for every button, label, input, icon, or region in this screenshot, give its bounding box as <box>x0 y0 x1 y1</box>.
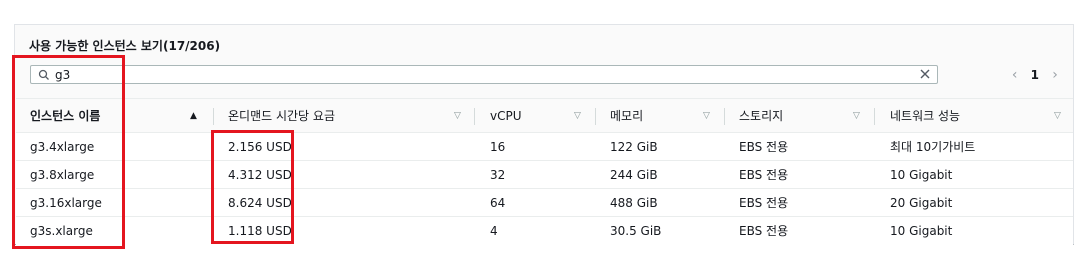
cell-network: 10 Gigabit <box>890 224 953 238</box>
cell-storage: EBS 전용 <box>739 140 789 154</box>
column-header-on-demand-price[interactable]: 온디맨드 시간당 요금 ▽ <box>228 99 468 134</box>
cell-instance-name: g3s.xlarge <box>30 224 93 238</box>
column-label: 스토리지 <box>739 109 784 123</box>
instances-panel: 사용 가능한 인스턴스 보기(17/206) g3 ‹ 1 › 인스턴스 이름 … <box>14 24 1074 245</box>
search-value[interactable]: g3 <box>55 68 70 82</box>
column-divider[interactable] <box>474 108 475 125</box>
cell-vcpu: 16 <box>490 140 506 154</box>
column-label: 메모리 <box>610 109 644 123</box>
table-row[interactable]: g3s.xlarge 1.118 USD 4 30.5 GiB EBS 전용 1… <box>16 217 1073 245</box>
cell-storage: EBS 전용 <box>739 196 789 210</box>
column-label: 네트워크 성능 <box>890 109 961 123</box>
column-divider[interactable] <box>724 108 725 125</box>
cell-network: 10 Gigabit <box>890 168 953 182</box>
cell-storage: EBS 전용 <box>739 224 789 238</box>
pagination: ‹ 1 › <box>1009 65 1061 85</box>
chevron-right-icon[interactable]: › <box>1049 67 1061 83</box>
panel-title: 사용 가능한 인스턴스 보기(17/206) <box>29 37 220 54</box>
column-header-vcpu[interactable]: vCPU ▽ <box>490 99 590 134</box>
table-header: 인스턴스 이름 ▲ 온디맨드 시간당 요금 ▽ vCPU ▽ 메모리 ▽ 스토리… <box>16 98 1073 133</box>
cell-memory: 30.5 GiB <box>610 224 662 238</box>
cell-instance-name: g3.4xlarge <box>30 140 95 154</box>
cell-price: 2.156 USD <box>228 140 292 154</box>
sort-icon[interactable]: ▽ <box>574 99 581 134</box>
column-divider[interactable] <box>874 108 875 125</box>
cell-price: 1.118 USD <box>228 224 292 238</box>
table-row[interactable]: g3.4xlarge 2.156 USD 16 122 GiB EBS 전용 최… <box>16 133 1073 161</box>
cell-instance-name: g3.16xlarge <box>30 196 102 210</box>
search-input[interactable]: g3 <box>30 65 938 84</box>
search-icon <box>38 69 49 80</box>
cell-vcpu: 64 <box>490 196 506 210</box>
cell-vcpu: 4 <box>490 224 498 238</box>
column-divider[interactable] <box>595 108 596 125</box>
cell-network: 최대 10기가비트 <box>890 140 976 154</box>
sort-icon[interactable]: ▽ <box>1054 99 1061 134</box>
chevron-left-icon[interactable]: ‹ <box>1009 67 1021 83</box>
cell-price: 4.312 USD <box>228 168 292 182</box>
page-number[interactable]: 1 <box>1031 68 1039 82</box>
column-header-instance-name[interactable]: 인스턴스 이름 ▲ <box>30 99 200 134</box>
sort-icon[interactable]: ▽ <box>454 99 461 134</box>
column-label: vCPU <box>490 109 522 123</box>
cell-memory: 244 GiB <box>610 168 658 182</box>
column-header-storage[interactable]: 스토리지 ▽ <box>739 99 869 134</box>
column-divider[interactable] <box>213 108 214 125</box>
instance-count: (17/206) <box>162 39 221 53</box>
cell-price: 8.624 USD <box>228 196 292 210</box>
panel-title-text: 사용 가능한 인스턴스 보기 <box>29 39 163 53</box>
table-row[interactable]: g3.16xlarge 8.624 USD 64 488 GiB EBS 전용 … <box>16 189 1073 217</box>
column-header-memory[interactable]: 메모리 ▽ <box>610 99 720 134</box>
cell-storage: EBS 전용 <box>739 168 789 182</box>
sort-ascending-icon[interactable]: ▲ <box>190 99 197 134</box>
cell-vcpu: 32 <box>490 168 506 182</box>
column-label: 온디맨드 시간당 요금 <box>228 109 335 123</box>
cell-memory: 488 GiB <box>610 196 658 210</box>
close-icon[interactable] <box>919 68 931 80</box>
table-row[interactable]: g3.8xlarge 4.312 USD 32 244 GiB EBS 전용 1… <box>16 161 1073 189</box>
sort-icon[interactable]: ▽ <box>703 99 710 134</box>
cell-network: 20 Gigabit <box>890 196 953 210</box>
cell-memory: 122 GiB <box>610 140 658 154</box>
sort-icon[interactable]: ▽ <box>853 99 860 134</box>
column-label: 인스턴스 이름 <box>30 109 101 123</box>
instances-table: 인스턴스 이름 ▲ 온디맨드 시간당 요금 ▽ vCPU ▽ 메모리 ▽ 스토리… <box>16 98 1073 245</box>
column-header-network-performance[interactable]: 네트워크 성능 ▽ <box>890 99 1070 134</box>
cell-instance-name: g3.8xlarge <box>30 168 95 182</box>
